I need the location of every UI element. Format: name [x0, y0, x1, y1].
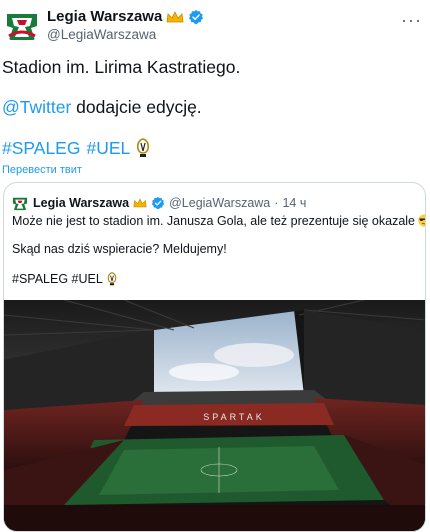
trophy-icon: [107, 272, 117, 286]
hashtag-link[interactable]: #SPALEG: [2, 137, 80, 159]
translate-link[interactable]: Перевести твит: [2, 164, 82, 176]
hashtag-link[interactable]: #UEL: [86, 137, 130, 159]
quote-avatar: [11, 194, 29, 212]
mention-link[interactable]: @Twitter: [2, 97, 71, 117]
separator-dot: ·: [274, 196, 279, 210]
quote-time: 14 ч: [282, 196, 307, 210]
tweet-line-2-text: dodajcie edycję.: [71, 97, 202, 117]
verified-icon: [151, 196, 165, 210]
tweet-line-1: Stadion im. Lirima Kastratiego.: [2, 57, 241, 77]
sunglasses-emoji-icon: [418, 214, 425, 227]
svg-text:SPARTAK: SPARTAK: [203, 412, 265, 422]
avatar[interactable]: [3, 6, 41, 44]
legia-logo-icon: [3, 6, 41, 44]
quote-paragraph-1-text: Może nie jest to stadion im. Janusza Gol…: [12, 214, 415, 228]
quote-account-name: Legia Warszawa: [33, 196, 130, 210]
more-icon[interactable]: ···: [401, 10, 422, 31]
quoted-tweet[interactable]: Legia Warszawa @LegiaWarszawa · 14 ч Moż…: [3, 182, 426, 532]
stadium-photo[interactable]: SPARTAK: [4, 300, 426, 532]
account-handle[interactable]: @LegiaWarszawa: [47, 27, 156, 42]
quote-handle: @LegiaWarszawa: [169, 196, 271, 210]
tweet-hashtags: #SPALEG #UEL: [2, 137, 150, 159]
quote-paragraph-1: Może nie jest to stadion im. Janusza Gol…: [12, 213, 425, 229]
crown-icon: [166, 10, 184, 22]
tweet-header: Legia Warszawa @LegiaWarszawa ···: [0, 0, 430, 48]
verified-icon: [189, 9, 204, 24]
legia-logo-icon: [12, 197, 28, 211]
quote-paragraph-2: Skąd nas dziś wspieracie? Meldujemy!: [12, 242, 227, 256]
account-name[interactable]: Legia Warszawa: [47, 8, 162, 25]
quote-paragraph-3: #SPALEG #UEL: [12, 271, 117, 287]
crown-icon: [133, 198, 147, 208]
quote-header: Legia Warszawa @LegiaWarszawa · 14 ч: [11, 194, 306, 212]
tweet-line-2: @Twitter dodajcie edycję.: [2, 96, 202, 118]
trophy-icon: [137, 138, 150, 157]
name-row: Legia Warszawa: [47, 8, 204, 25]
quote-hashtags: #SPALEG #UEL: [12, 272, 103, 286]
